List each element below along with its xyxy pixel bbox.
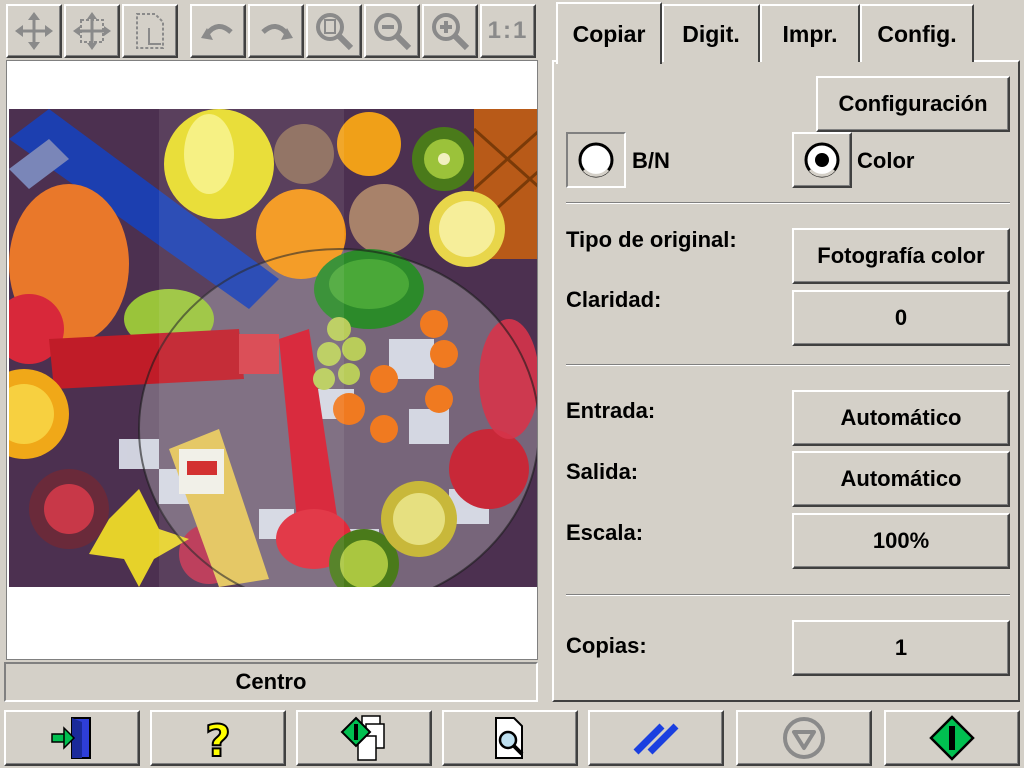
brightness-label: Claridad:: [566, 287, 662, 312]
exit-icon: [51, 717, 91, 759]
scale-label: Escala:: [566, 520, 644, 545]
tab-config[interactable]: Config.: [860, 4, 974, 62]
undo-button[interactable]: [190, 4, 246, 58]
copies-button[interactable]: 1: [792, 620, 1010, 676]
zoom-out-button[interactable]: [364, 4, 420, 58]
start-button[interactable]: [884, 710, 1020, 766]
divider: [566, 202, 1010, 204]
divider: [566, 594, 1010, 596]
start-icon: [929, 715, 975, 761]
zoom-in-button[interactable]: [422, 4, 478, 58]
preview-pane[interactable]: [6, 60, 538, 660]
redo-button[interactable]: [248, 4, 304, 58]
undo-icon: [201, 24, 233, 40]
exit-button[interactable]: [4, 710, 140, 766]
input-button[interactable]: Automático: [792, 390, 1010, 446]
page-area-tool-button[interactable]: [122, 4, 178, 58]
zoom-in-icon: [432, 13, 470, 51]
page-dotted-icon: [136, 13, 164, 49]
one-to-one-icon: 1:1: [487, 17, 529, 44]
preview-start-button[interactable]: [296, 710, 432, 766]
help-icon: ?: [204, 715, 232, 762]
zoom-out-icon: [374, 13, 412, 51]
help-button[interactable]: ?: [150, 710, 286, 766]
stop-button[interactable]: [736, 710, 872, 766]
color-mode-label: Color: [857, 148, 915, 173]
bw-mode-radio[interactable]: [566, 132, 626, 188]
svg-text:?: ?: [205, 716, 231, 762]
reset-button[interactable]: [588, 710, 724, 766]
fit-move-icon: [73, 12, 111, 50]
fit-move-tool-button[interactable]: [64, 4, 120, 58]
zoom-page-button[interactable]: [306, 4, 362, 58]
original-type-button[interactable]: Fotografía color: [792, 228, 1010, 284]
reset-icon: [633, 723, 679, 755]
input-label: Entrada:: [566, 398, 656, 423]
radio-selected-icon: [804, 142, 840, 178]
output-label: Salida:: [566, 459, 639, 484]
preview-start-icon: [340, 715, 385, 761]
preview-page-button[interactable]: [442, 710, 578, 766]
zoom-page-icon: [316, 13, 354, 51]
tab-copiar[interactable]: Copiar: [556, 2, 662, 64]
move-icon: [15, 12, 53, 50]
copies-label: Copias:: [566, 633, 647, 658]
preview-status-bar: Centro: [4, 662, 538, 702]
stop-icon: [783, 717, 825, 759]
output-button[interactable]: Automático: [792, 451, 1010, 507]
actual-size-button[interactable]: 1:1: [480, 4, 536, 58]
scan-preview-image: [9, 109, 537, 587]
tab-digit[interactable]: Digit.: [662, 4, 760, 62]
radio-unselected-icon: [578, 142, 614, 178]
brightness-button[interactable]: 0: [792, 290, 1010, 346]
color-mode-radio[interactable]: [792, 132, 852, 188]
move-tool-button[interactable]: [6, 4, 62, 58]
redo-icon: [261, 24, 293, 40]
divider: [566, 364, 1010, 366]
preview-status-text: Centro: [235, 669, 307, 694]
bw-mode-label: B/N: [632, 148, 670, 173]
scale-button[interactable]: 100%: [792, 513, 1010, 569]
original-type-label: Tipo de original:: [566, 227, 737, 252]
magnify-page-icon: [495, 717, 524, 759]
configuration-button[interactable]: Configuración: [816, 76, 1010, 132]
tab-impr[interactable]: Impr.: [760, 4, 860, 62]
